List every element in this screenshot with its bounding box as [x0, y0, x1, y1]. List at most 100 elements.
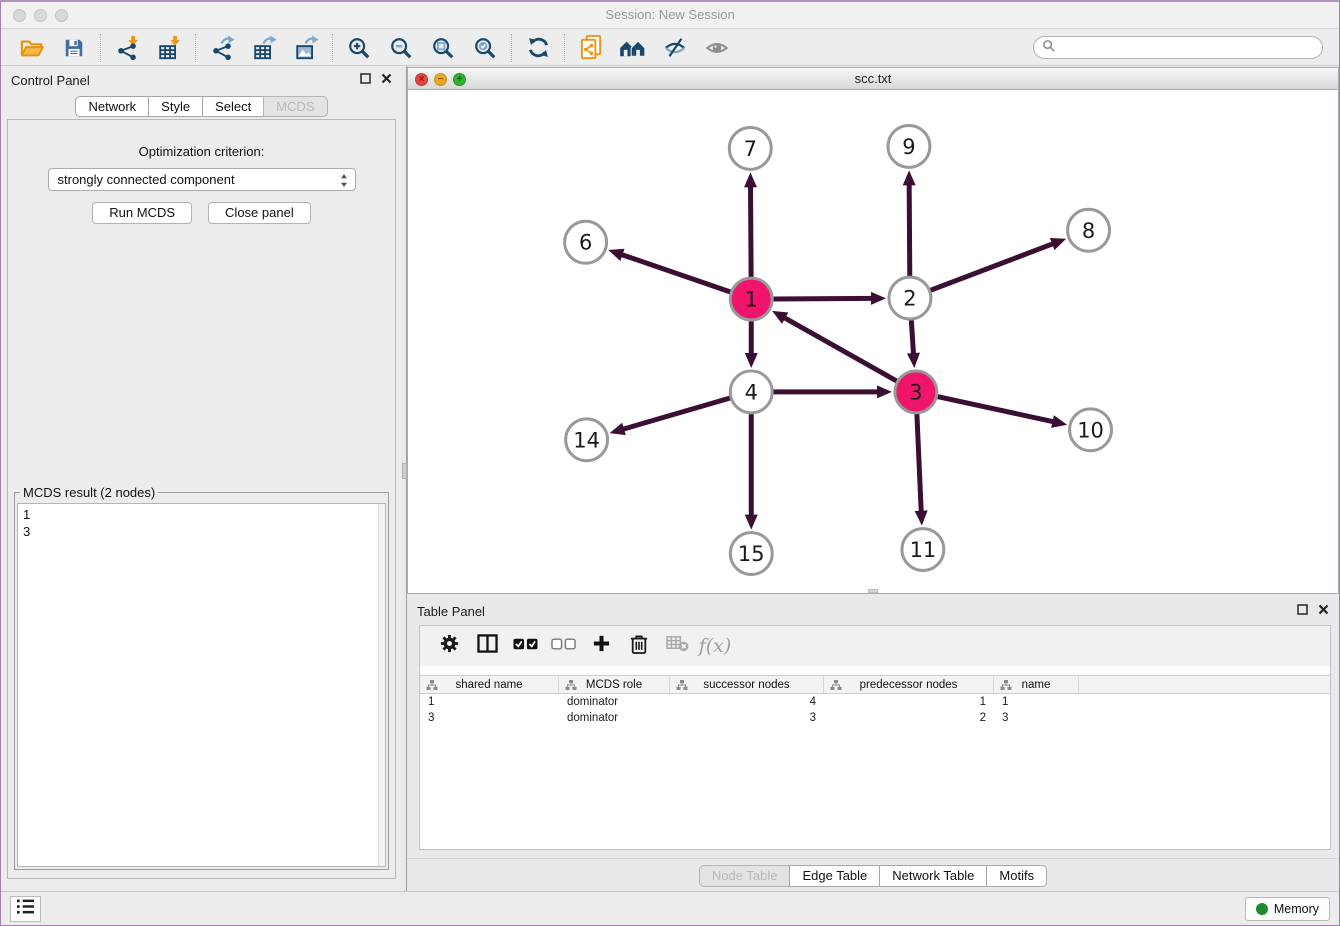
zoom-fit-button[interactable]	[422, 32, 464, 64]
column-header-4[interactable]: name	[994, 676, 1079, 693]
function-builder-button[interactable]: f(x)	[696, 628, 734, 664]
float-panel-icon[interactable]	[1297, 602, 1308, 620]
export-image-button[interactable]	[285, 32, 327, 64]
close-panel-button[interactable]: Close panel	[208, 202, 311, 224]
memory-label: Memory	[1274, 902, 1319, 916]
table-row[interactable]: 1dominator411	[420, 694, 1330, 710]
zoom-selected-button[interactable]	[464, 32, 506, 64]
show-display-button[interactable]	[696, 32, 738, 64]
zoom-out-button[interactable]	[380, 32, 422, 64]
table-cell: 2	[824, 710, 994, 726]
hierarchy-icon	[676, 679, 688, 691]
table-body: 1dominator4113dominator323	[420, 694, 1330, 726]
home-button[interactable]	[612, 32, 654, 64]
delete-table-button[interactable]	[658, 628, 696, 664]
edge-4-14[interactable]	[622, 398, 730, 429]
status-bar: Memory	[1, 891, 1339, 925]
copy-network-icon	[579, 34, 604, 61]
edge-arrowhead-icon	[608, 249, 624, 261]
edge-arrowhead-icon	[903, 170, 916, 185]
tab-style[interactable]: Style	[148, 96, 203, 117]
deselect-all-button[interactable]	[544, 628, 582, 664]
network-window-titlebar[interactable]: × − + scc.txt	[407, 67, 1339, 90]
search-field[interactable]	[1033, 36, 1323, 59]
search-input[interactable]	[1060, 41, 1314, 55]
node-label: 11	[910, 538, 937, 562]
close-panel-icon[interactable]	[381, 71, 392, 89]
export-table-button[interactable]	[243, 32, 285, 64]
run-mcds-button[interactable]: Run MCDS	[92, 202, 192, 224]
column-header-2[interactable]: successor nodes	[670, 676, 824, 693]
refresh-button[interactable]	[517, 32, 559, 64]
edge-2-3[interactable]	[911, 320, 913, 355]
toolbar-separator	[195, 34, 196, 62]
result-line: 1	[23, 506, 380, 523]
network-maximize-button[interactable]: +	[453, 73, 466, 86]
close-window-button[interactable]	[13, 9, 26, 22]
open-folder-button[interactable]	[11, 32, 53, 64]
delete-row-button[interactable]	[620, 628, 658, 664]
hide-display-button[interactable]	[654, 32, 696, 64]
tab-node-table[interactable]: Node Table	[699, 865, 791, 887]
import-table-button[interactable]	[148, 32, 190, 64]
mcds-result-title: MCDS result (2 nodes)	[20, 485, 158, 500]
new-network-from-selection-button[interactable]	[570, 32, 612, 64]
save-icon	[63, 37, 85, 59]
control-panel-title: Control Panel	[11, 73, 90, 88]
criterion-dropdown[interactable]: strongly connected component	[48, 168, 356, 191]
edge-arrowhead-icon	[877, 385, 892, 398]
node-label: 7	[744, 137, 757, 161]
tab-mcds[interactable]: MCDS	[263, 96, 327, 117]
export-network-icon	[210, 35, 235, 61]
task-history-button[interactable]	[10, 896, 41, 922]
network-minimize-button[interactable]: −	[434, 73, 447, 86]
export-network-button[interactable]	[201, 32, 243, 64]
column-header-0[interactable]: shared name	[420, 676, 559, 693]
maximize-window-button[interactable]	[55, 9, 68, 22]
edge-1-7[interactable]	[751, 185, 752, 277]
network-canvas[interactable]: 7968124314101511	[407, 90, 1339, 594]
add-row-button[interactable]	[582, 628, 620, 664]
tab-select[interactable]: Select	[202, 96, 264, 117]
columns-icon	[477, 634, 498, 658]
tab-network-table[interactable]: Network Table	[879, 865, 987, 887]
edge-2-9[interactable]	[909, 183, 910, 276]
table-settings-button[interactable]	[430, 628, 468, 664]
import-network-button[interactable]	[106, 32, 148, 64]
tab-edge-table[interactable]: Edge Table	[789, 865, 880, 887]
minimize-window-button[interactable]	[34, 9, 47, 22]
memory-button[interactable]: Memory	[1245, 897, 1330, 921]
column-header-3[interactable]: predecessor nodes	[824, 676, 994, 693]
edge-2-8[interactable]	[930, 243, 1054, 290]
import-network-icon	[115, 35, 140, 61]
dropdown-stepper-icon	[340, 173, 348, 194]
table-panel-title: Table Panel	[417, 604, 485, 619]
edge-3-1[interactable]	[783, 317, 896, 381]
show-columns-button[interactable]	[468, 628, 506, 664]
hierarchy-icon	[830, 679, 842, 691]
unchecked-boxes-icon	[551, 637, 576, 655]
window-resize-grip[interactable]	[868, 589, 878, 593]
select-all-button[interactable]	[506, 628, 544, 664]
zoom-in-button[interactable]	[338, 32, 380, 64]
save-session-button[interactable]	[53, 32, 95, 64]
float-panel-icon[interactable]	[360, 71, 371, 89]
memory-status-icon	[1256, 903, 1268, 915]
control-panel-tabs: Network Style Select MCDS	[1, 96, 402, 117]
edge-3-10[interactable]	[937, 397, 1054, 422]
mcds-result-text[interactable]: 13	[17, 503, 386, 867]
edge-3-11[interactable]	[917, 414, 921, 513]
tab-motifs[interactable]: Motifs	[986, 865, 1047, 887]
edge-1-6[interactable]	[621, 254, 731, 292]
network-close-button[interactable]: ×	[415, 73, 428, 86]
edge-arrowhead-icon	[1051, 415, 1067, 428]
result-scrollbar[interactable]	[378, 504, 385, 866]
close-panel-icon[interactable]	[1318, 602, 1329, 620]
edge-1-2[interactable]	[773, 298, 873, 299]
tab-network[interactable]: Network	[75, 96, 149, 117]
node-label: 4	[745, 380, 758, 404]
import-table-icon	[157, 35, 182, 61]
column-header-1[interactable]: MCDS role	[559, 676, 670, 693]
table-row[interactable]: 3dominator323	[420, 710, 1330, 726]
edge-arrowhead-icon	[871, 292, 886, 305]
